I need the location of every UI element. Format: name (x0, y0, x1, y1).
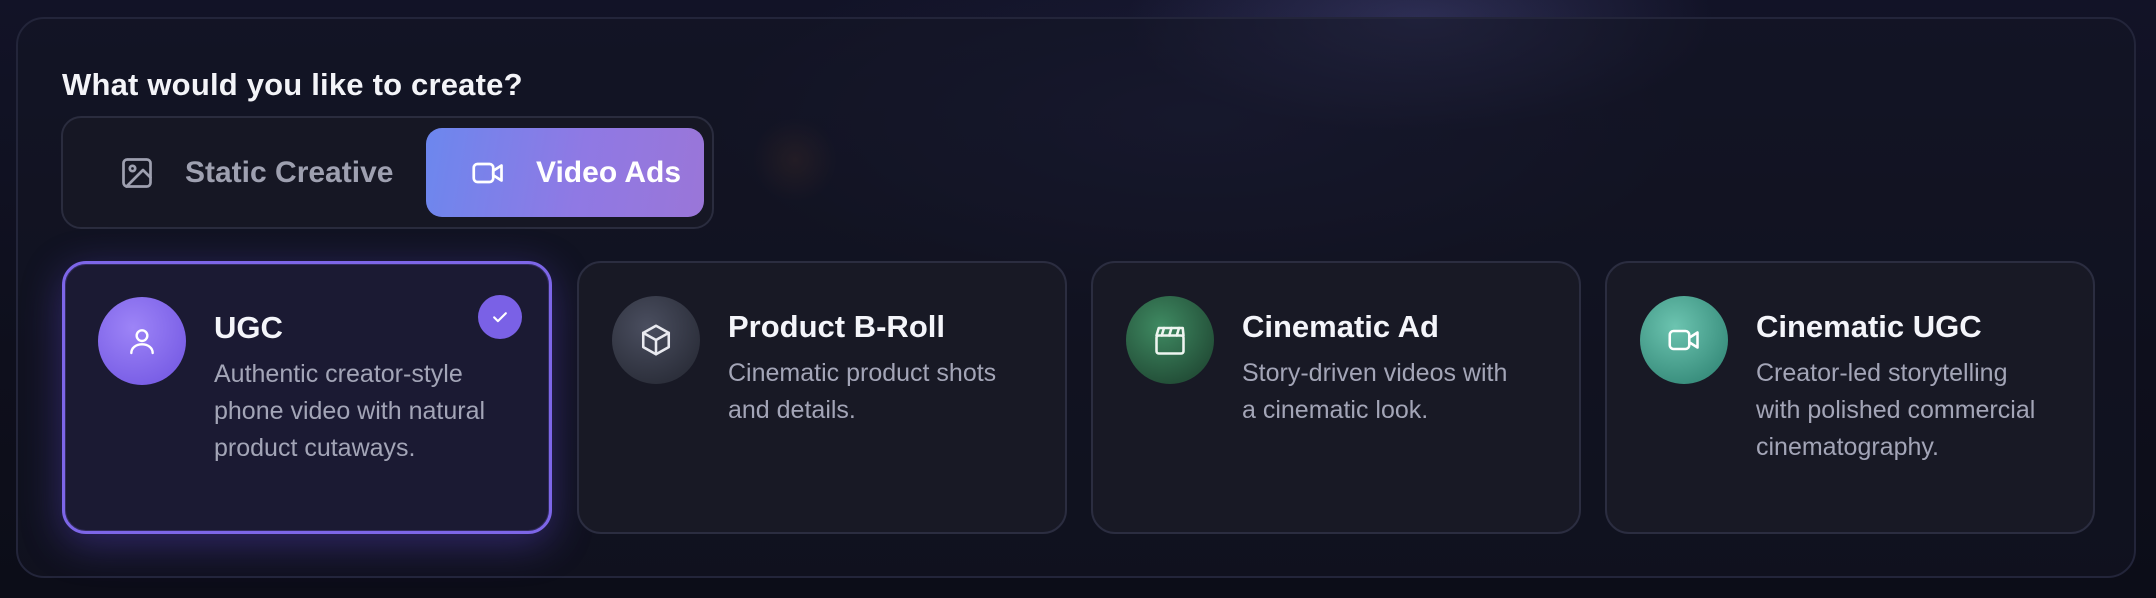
video-camera-icon (1640, 296, 1728, 384)
user-icon (98, 297, 186, 385)
app-background: What would you like to create? Static Cr… (0, 0, 2156, 598)
mode-toggle: Static Creative Video Ads (61, 116, 714, 229)
page-title: What would you like to create? (62, 67, 523, 102)
selected-check-icon (478, 295, 522, 339)
card-title: UGC (214, 310, 283, 345)
card-title: Cinematic UGC (1756, 309, 1982, 344)
image-icon (119, 155, 155, 191)
video-type-card-cinematic-ad[interactable]: Cinematic Ad Story-driven videos with a … (1091, 261, 1581, 534)
clapperboard-icon (1126, 296, 1214, 384)
video-ads-label: Video Ads (536, 155, 682, 189)
cube-icon (612, 296, 700, 384)
video-type-card-cinematic-ugc[interactable]: Cinematic UGC Creator-led storytelling w… (1605, 261, 2095, 534)
video-camera-icon (470, 155, 506, 191)
static-creative-tab[interactable]: Static Creative (71, 128, 419, 217)
card-title: Product B-Roll (728, 309, 945, 344)
card-description: Cinematic product shots and details. (728, 359, 997, 424)
video-ads-tab[interactable]: Video Ads (426, 128, 704, 217)
card-description: Authentic creator-style phone video with… (214, 360, 486, 462)
video-type-card-ugc[interactable]: UGC Authentic creator-style phone video … (62, 261, 552, 534)
card-description: Creator-led storytelling with polished c… (1756, 359, 2036, 461)
card-title: Cinematic Ad (1242, 309, 1439, 344)
static-creative-label: Static Creative (185, 155, 394, 189)
video-type-card-product-b-roll[interactable]: Product B-Roll Cinematic product shots a… (577, 261, 1067, 534)
card-description: Story-driven videos with a cinematic loo… (1242, 359, 1508, 424)
